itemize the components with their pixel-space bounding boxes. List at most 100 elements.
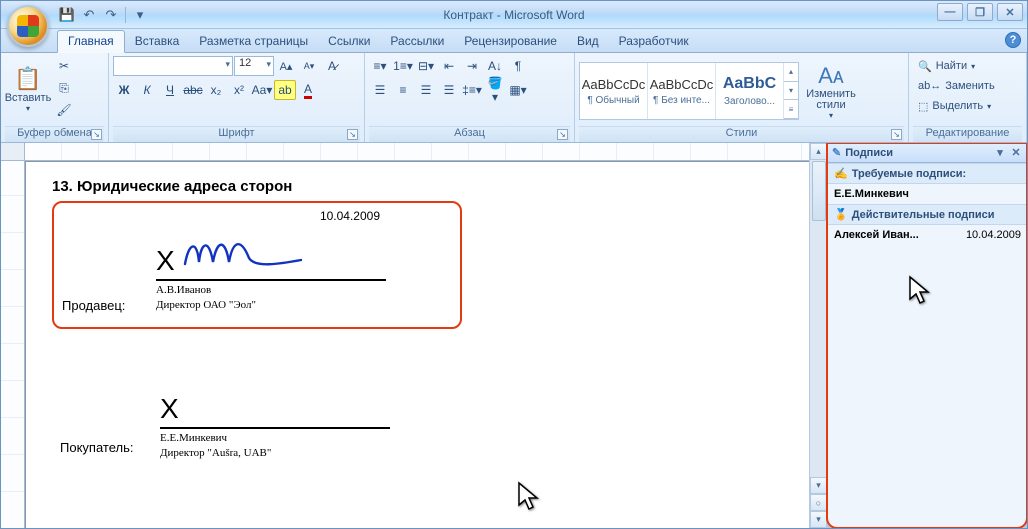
group-editing: 🔍Найти▾ ab↔Заменить ⬚Выделить▾ Редактиро… xyxy=(909,53,1027,142)
styles-gallery[interactable]: AaBbCcDc ¶ Обычный AaBbCcDc ¶ Без инте..… xyxy=(579,62,799,120)
close-button[interactable]: ✕ xyxy=(997,3,1023,21)
tab-developer[interactable]: Разработчик xyxy=(609,31,699,52)
group-label-font: Шрифт↘ xyxy=(113,126,360,142)
shading-icon[interactable]: 🪣▾ xyxy=(484,80,506,100)
role-label: Продавец: xyxy=(62,298,146,313)
style-no-spacing[interactable]: AaBbCcDc ¶ Без инте... xyxy=(648,63,716,119)
change-case-icon[interactable]: Aa▾ xyxy=(251,80,273,100)
ribbon-tabs: Главная Вставка Разметка страницы Ссылки… xyxy=(1,29,1027,53)
signature-icon: ✎ xyxy=(832,146,841,159)
launcher-icon[interactable]: ↘ xyxy=(91,129,102,140)
pane-menu-icon[interactable]: ▾ xyxy=(993,146,1007,160)
window-controls: — ❐ ✕ xyxy=(937,3,1023,21)
valid-signature-item[interactable]: Алексей Иван... 10.04.2009 xyxy=(828,225,1027,245)
show-marks-icon[interactable]: ¶ xyxy=(507,56,529,76)
pane-close-icon[interactable]: ✕ xyxy=(1009,146,1023,160)
numbering-icon[interactable]: 1≡▾ xyxy=(392,56,414,76)
tab-references[interactable]: Ссылки xyxy=(318,31,380,52)
tab-insert[interactable]: Вставка xyxy=(125,31,190,52)
office-button[interactable] xyxy=(7,5,49,47)
shrink-font-icon[interactable]: A▾ xyxy=(298,56,320,76)
signature-date: 10.04.2009 xyxy=(60,209,380,223)
tab-review[interactable]: Рецензирование xyxy=(454,31,567,52)
browse-object-icon[interactable]: ○ xyxy=(810,494,827,511)
required-signature-item[interactable]: Е.Е.Минкевич xyxy=(828,184,1027,204)
sort-icon[interactable]: A↓ xyxy=(484,56,506,76)
format-painter-icon[interactable]: 🖌 xyxy=(53,100,75,120)
italic-icon[interactable]: К xyxy=(136,80,158,100)
font-family-select[interactable] xyxy=(113,56,233,76)
superscript-icon[interactable]: x² xyxy=(228,80,250,100)
signature-block-buyer[interactable]: X Е.Е.Минкевич Директор "Aušra, UAB" Пок… xyxy=(52,389,462,459)
help-icon[interactable]: ? xyxy=(1005,32,1021,48)
underline-icon[interactable]: Ч xyxy=(159,80,181,100)
clear-formatting-icon[interactable]: A̷ xyxy=(321,56,343,76)
workspace: 13. Юридические адреса сторон 10.04.2009… xyxy=(1,143,1027,528)
tab-pagelayout[interactable]: Разметка страницы xyxy=(189,31,318,52)
copy-icon[interactable]: ⎘ xyxy=(53,78,75,98)
indent-inc-icon[interactable]: ⇥ xyxy=(461,56,483,76)
maximize-button[interactable]: ❐ xyxy=(967,3,993,21)
signature-block-seller[interactable]: 10.04.2009 X xyxy=(52,201,462,329)
grow-font-icon[interactable]: A▴ xyxy=(275,56,297,76)
line-spacing-icon[interactable]: ‡≡▾ xyxy=(461,80,483,100)
tab-home[interactable]: Главная xyxy=(57,30,125,53)
launcher-icon[interactable]: ↘ xyxy=(557,129,568,140)
pen-icon: ✍ xyxy=(834,167,848,180)
pane-header[interactable]: ✎ Подписи ▾ ✕ xyxy=(828,143,1027,163)
save-icon[interactable]: 💾 xyxy=(57,5,77,25)
indent-dec-icon[interactable]: ⇤ xyxy=(438,56,460,76)
select-button[interactable]: ⬚Выделить▾ xyxy=(913,96,1000,116)
tab-view[interactable]: Вид xyxy=(567,31,609,52)
highlight-icon[interactable]: ab xyxy=(274,80,296,100)
tab-mailings[interactable]: Рассылки xyxy=(380,31,454,52)
next-page-icon[interactable]: ▾ xyxy=(810,511,827,528)
ruler-horizontal[interactable] xyxy=(25,143,809,161)
align-center-icon[interactable]: ≡ xyxy=(392,80,414,100)
borders-icon[interactable]: ▦▾ xyxy=(507,80,529,100)
find-button[interactable]: 🔍Найти▾ xyxy=(913,56,1000,76)
justify-icon[interactable]: ☰ xyxy=(438,80,460,100)
change-styles-button[interactable]: Aᴀ Изменить стили ▾ xyxy=(801,58,861,124)
titlebar: 💾 ↶ ↷ ▾ Контракт - Microsoft Word — ❐ ✕ xyxy=(1,1,1027,29)
document-area[interactable]: 13. Юридические адреса сторон 10.04.2009… xyxy=(25,161,809,528)
group-label-styles: Стили↘ xyxy=(579,126,904,142)
cut-icon[interactable]: ✂ xyxy=(53,56,75,76)
binoculars-icon: 🔍 xyxy=(918,60,932,73)
group-font: 12 A▴ A▾ A̷ Ж К Ч abc x₂ x² Aa▾ ab xyxy=(109,53,365,142)
select-icon: ⬚ xyxy=(918,100,928,113)
separator xyxy=(125,7,126,23)
scroll-thumb[interactable] xyxy=(812,161,826,221)
strike-icon[interactable]: abc xyxy=(182,80,204,100)
paste-label: Вставить xyxy=(5,92,52,104)
scrollbar-vertical[interactable]: ▴ ▾ ○ ▾ xyxy=(809,143,827,528)
font-color-icon[interactable]: A xyxy=(297,80,319,100)
style-normal[interactable]: AaBbCcDc ¶ Обычный xyxy=(580,63,648,119)
undo-icon[interactable]: ↶ xyxy=(79,5,99,25)
multilevel-icon[interactable]: ⊟▾ xyxy=(415,56,437,76)
redo-icon[interactable]: ↷ xyxy=(101,5,121,25)
scroll-down-icon[interactable]: ▾ xyxy=(810,477,827,494)
subscript-icon[interactable]: x₂ xyxy=(205,80,227,100)
scroll-up-icon[interactable]: ▴ xyxy=(810,143,827,160)
launcher-icon[interactable]: ↘ xyxy=(347,129,358,140)
style-heading1[interactable]: AaBbC Заголово... xyxy=(716,63,784,119)
qat-customize-icon[interactable]: ▾ xyxy=(130,5,150,25)
align-right-icon[interactable]: ☰ xyxy=(415,80,437,100)
minimize-button[interactable]: — xyxy=(937,3,963,21)
signer-title: Директор ОАО "Эол" xyxy=(156,299,386,311)
bullets-icon[interactable]: ≡▾ xyxy=(369,56,391,76)
group-label-paragraph: Абзац↘ xyxy=(369,126,570,142)
signatures-pane: ✎ Подписи ▾ ✕ ✍ Требуемые подписи: Е.Е.М… xyxy=(827,143,1027,528)
replace-button[interactable]: ab↔Заменить xyxy=(913,76,1000,96)
launcher-icon[interactable]: ↘ xyxy=(891,129,902,140)
paste-button[interactable]: 📋 Вставить ▾ xyxy=(5,56,51,122)
bold-icon[interactable]: Ж xyxy=(113,80,135,100)
section-heading: 13. Юридические адреса сторон xyxy=(52,178,794,195)
gallery-scroll[interactable]: ▴▾≡ xyxy=(784,63,798,119)
font-size-select[interactable]: 12 xyxy=(234,56,274,76)
page: 13. Юридические адреса сторон 10.04.2009… xyxy=(25,161,809,528)
signer-name: Е.Е.Минкевич xyxy=(160,432,390,444)
align-left-icon[interactable]: ☰ xyxy=(369,80,391,100)
ruler-vertical[interactable] xyxy=(1,161,25,528)
